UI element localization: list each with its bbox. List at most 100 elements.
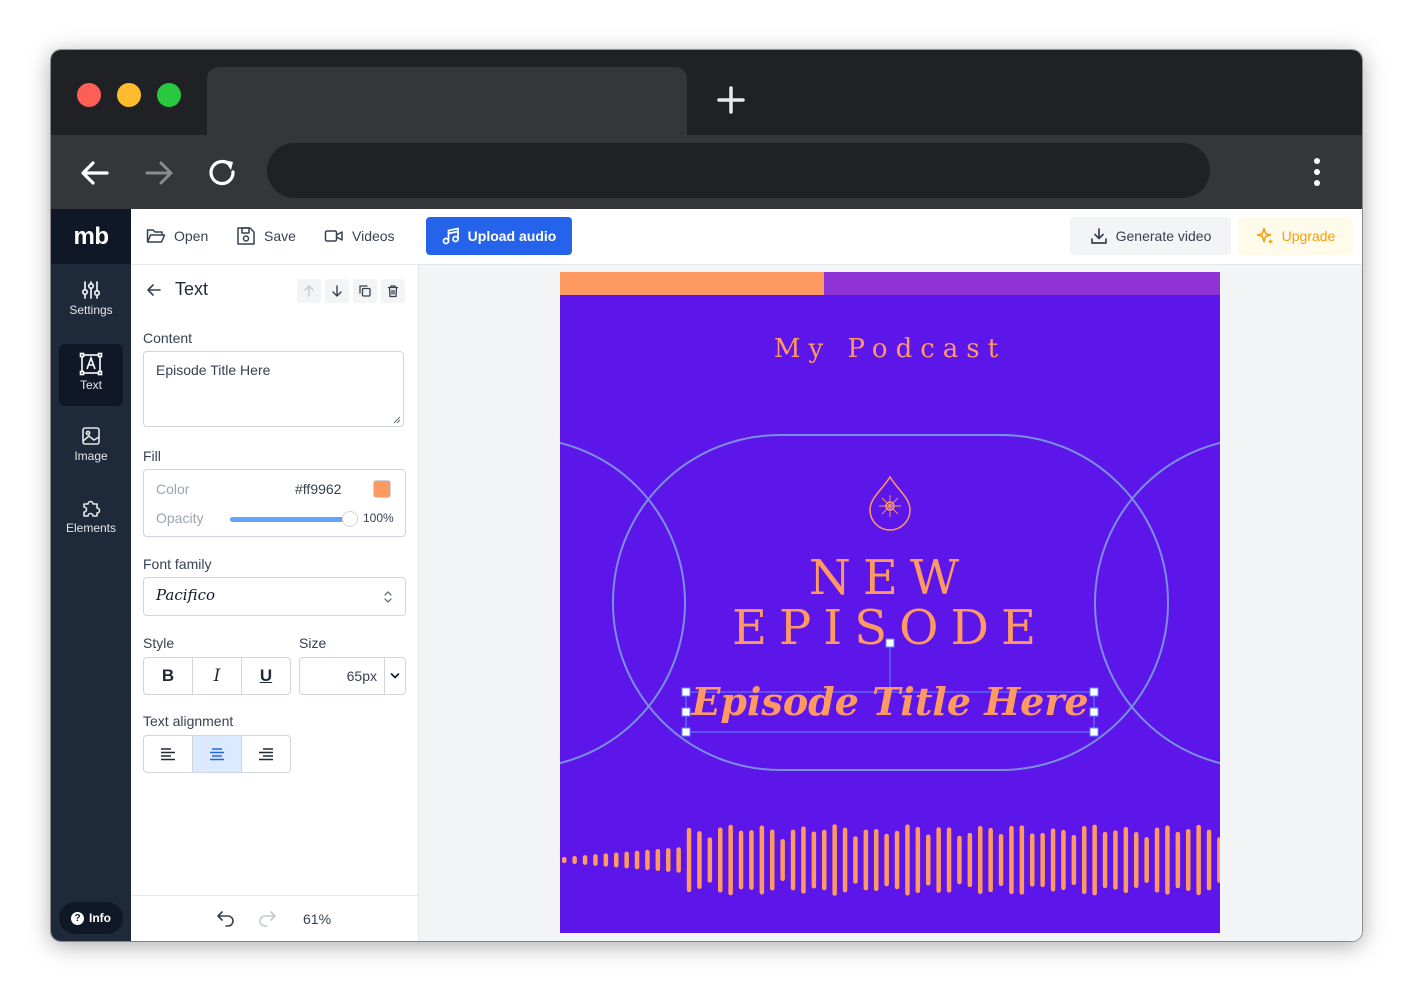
image-icon — [82, 427, 100, 445]
redo-icon[interactable] — [257, 910, 277, 928]
waveform-bar — [582, 855, 588, 865]
chevron-up-down-icon — [384, 591, 392, 603]
align-center-button[interactable] — [193, 736, 242, 772]
headline-episode[interactable]: EPISODE — [560, 600, 1220, 656]
font-size-value: 65px — [346, 668, 377, 684]
app-logo[interactable]: mb — [51, 209, 131, 264]
browser-menu-icon[interactable] — [1307, 154, 1327, 190]
text-style-group: B I U — [143, 657, 291, 695]
resize-handle-bl[interactable] — [681, 727, 691, 737]
opacity-slider-thumb[interactable] — [342, 511, 358, 527]
open-button[interactable]: Open — [146, 225, 208, 247]
bold-button[interactable]: B — [144, 658, 193, 694]
browser-toolbar — [51, 135, 1362, 209]
delete-button[interactable] — [381, 279, 405, 303]
waveform-bar — [1165, 825, 1170, 895]
waveform-bar — [624, 851, 629, 869]
waveform-bar — [998, 833, 1004, 887]
waveform-bar — [1102, 831, 1108, 889]
browser-tab[interactable] — [207, 67, 687, 135]
maximize-window-button[interactable] — [157, 83, 181, 107]
trash-icon — [388, 285, 398, 298]
color-swatch[interactable] — [373, 480, 391, 498]
content-textarea[interactable]: Episode Title Here — [143, 351, 404, 427]
font-family-label: Font family — [143, 556, 212, 572]
text-alignment-group — [143, 735, 291, 773]
address-bar[interactable] — [267, 143, 1210, 198]
upload-audio-label: Upload audio — [467, 228, 557, 244]
headline-new[interactable]: NEW — [560, 550, 1220, 606]
resize-handle-icon[interactable] — [393, 416, 401, 424]
new-tab-icon[interactable] — [715, 84, 747, 116]
font-family-value: Pacifico — [156, 586, 215, 604]
videos-button[interactable]: Videos — [324, 225, 395, 247]
waveform-bar — [562, 856, 567, 864]
chevron-down-icon — [390, 673, 400, 679]
move-up-button[interactable] — [297, 279, 321, 303]
waveform-bar — [697, 831, 702, 889]
lotus-drop-icon — [869, 475, 911, 531]
waveform-bar — [686, 827, 692, 893]
panel-title: Text — [175, 279, 209, 299]
waveform-bar — [926, 834, 931, 886]
back-arrow-icon[interactable] — [145, 281, 163, 299]
waveform-bar — [905, 824, 910, 896]
rail-label-elements: Elements — [65, 521, 117, 535]
waveform-bar — [1175, 831, 1181, 889]
zoom-level[interactable]: 61% — [303, 911, 331, 927]
align-right-button[interactable] — [242, 736, 290, 772]
upload-audio-button[interactable]: Upload audio — [426, 217, 572, 255]
resize-handle-mr[interactable] — [1089, 707, 1099, 717]
waveform-bar — [645, 849, 650, 871]
waveform-bar — [863, 829, 869, 891]
back-icon[interactable] — [77, 155, 113, 191]
duplicate-button[interactable] — [353, 279, 377, 303]
puzzle-icon — [83, 500, 101, 517]
rail-item-settings[interactable]: Settings — [59, 271, 123, 333]
resize-handle-tl[interactable] — [681, 687, 691, 697]
font-size-select[interactable]: 65px — [299, 657, 406, 695]
editor-app: mb Settings Text Image Elements ? Info O… — [51, 209, 1362, 941]
close-window-button[interactable] — [77, 83, 101, 107]
canvas-area: My Podcast NEW EPISODE Episode Title Her… — [419, 265, 1362, 941]
underline-button[interactable]: U — [242, 658, 290, 694]
color-hex-value[interactable]: #ff9962 — [295, 481, 341, 497]
italic-button[interactable]: I — [193, 658, 242, 694]
rail-item-elements[interactable]: Elements — [59, 489, 123, 551]
move-down-button[interactable] — [325, 279, 349, 303]
reload-icon[interactable] — [205, 155, 241, 191]
waveform-bar — [957, 835, 962, 885]
font-family-select[interactable]: Pacifico — [143, 577, 406, 616]
save-label: Save — [264, 228, 296, 244]
generate-video-button[interactable]: Generate video — [1070, 217, 1231, 255]
undo-icon[interactable] — [216, 910, 236, 928]
opacity-slider-track[interactable] — [230, 517, 350, 522]
browser-window: mb Settings Text Image Elements ? Info O… — [51, 50, 1362, 941]
waveform-bar — [1217, 837, 1220, 883]
text-alignment-label: Text alignment — [143, 713, 234, 729]
podcast-title[interactable]: My Podcast — [560, 334, 1220, 364]
rail-label-settings: Settings — [69, 303, 113, 317]
waveform-bar — [1030, 833, 1035, 887]
align-left-button[interactable] — [144, 736, 193, 772]
color-label: Color — [156, 481, 190, 497]
waveform-bar — [1134, 832, 1139, 888]
resize-handle-br[interactable] — [1089, 727, 1099, 737]
rail-item-text[interactable]: Text — [59, 344, 123, 406]
waveform-bar — [801, 826, 806, 894]
minimize-window-button[interactable] — [117, 83, 141, 107]
waveform-bar — [1071, 834, 1077, 886]
episode-title-text[interactable]: Episode Title Here — [690, 678, 1090, 726]
resize-handle-ml[interactable] — [681, 707, 691, 717]
save-button[interactable]: Save — [236, 225, 296, 247]
resize-handle-tr[interactable] — [1089, 687, 1099, 697]
forward-icon[interactable] — [141, 155, 177, 191]
side-rail: mb Settings Text Image Elements ? Info — [51, 209, 131, 941]
text-properties-panel: Text Content Episode Title Here Fill Col… — [131, 265, 419, 941]
upgrade-button[interactable]: Upgrade — [1238, 217, 1353, 255]
size-dropdown-toggle[interactable] — [384, 658, 405, 694]
poster-canvas[interactable]: My Podcast NEW EPISODE Episode Title Her… — [560, 272, 1220, 933]
info-button[interactable]: ? Info — [59, 902, 123, 934]
waveform-bar — [894, 830, 900, 890]
rail-item-image[interactable]: Image — [59, 417, 123, 479]
